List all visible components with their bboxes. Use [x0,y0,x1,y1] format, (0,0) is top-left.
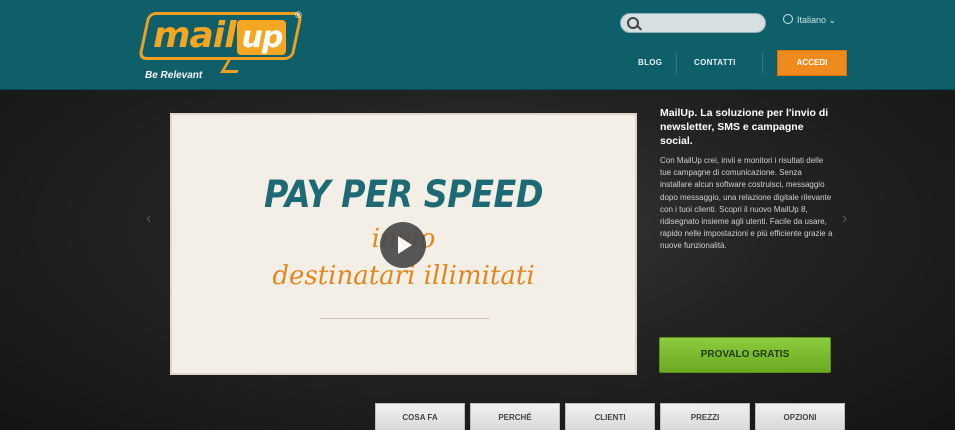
tab-cosa-fa[interactable]: COSA FA [375,403,465,430]
tab-opzioni[interactable]: OPZIONI [755,403,845,430]
logo-text: mail up [153,15,287,56]
hero-heading: MailUp. La soluzione per l'invio di news… [660,107,829,147]
video-divider [320,318,490,319]
mailup-logo[interactable]: mail up ® Be Relevant [137,10,304,84]
language-selector[interactable]: Italiano ⌄ [783,14,836,26]
carousel-next-arrow-icon[interactable]: › [842,210,847,228]
video-title: PAY PER SPEED [263,173,544,216]
nav-divider [762,52,763,74]
search-input[interactable] [620,13,766,33]
play-icon[interactable] [380,222,426,268]
language-label: Italiano ⌄ [797,15,837,25]
nav-divider [676,52,677,74]
carousel-prev-arrow-icon[interactable]: ‹ [146,210,151,228]
header: mail up ® Be Relevant Italiano ⌄ BLOG CON… [0,0,955,90]
provalo-gratis-button[interactable]: PROVALO GRATIS [659,337,831,373]
search-icon[interactable] [627,17,639,29]
tab-clienti[interactable]: CLIENTI [565,403,655,430]
hero-description: MailUp. La soluzione per l'invio di news… [660,106,835,253]
logo-tagline: Be Relevant [145,70,203,81]
logo-text-accent: up [237,20,287,55]
logo-registered-mark: ® [295,10,302,20]
globe-icon [783,14,793,24]
accedi-button[interactable]: ACCEDI [777,50,847,76]
tab-perche[interactable]: PERCHÉ [470,403,560,430]
page: mail up ® Be Relevant Italiano ⌄ BLOG CON… [0,0,955,430]
tab-prezzi[interactable]: PREZZI [660,403,750,430]
nav-link-contatti[interactable]: CONTATTI [694,58,736,67]
logo-text-main: mail [153,15,236,56]
hero-body-text: Con MailUp crei, invii e monitori i risu… [660,156,833,251]
nav-link-blog[interactable]: BLOG [638,58,662,67]
video-player[interactable]: PAY PER SPEED invio destinatari illimita… [172,115,635,373]
